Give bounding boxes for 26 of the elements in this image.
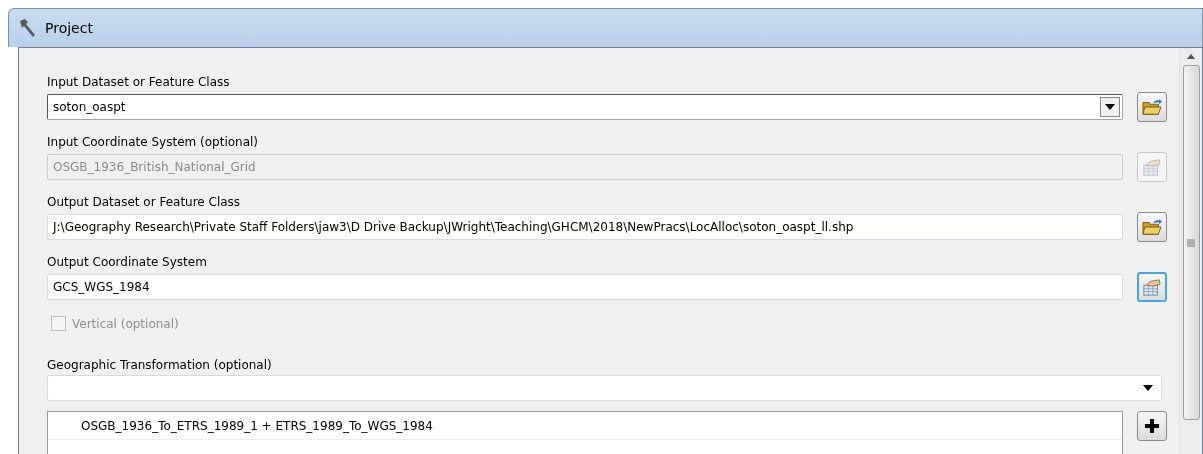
open-folder-button[interactable] xyxy=(1137,92,1167,122)
scrollbar[interactable] xyxy=(1179,48,1202,454)
scroll-up-icon[interactable] xyxy=(1187,54,1195,59)
open-folder-button[interactable] xyxy=(1137,212,1167,242)
folder-icon xyxy=(1142,98,1162,116)
field-label: Input Coordinate System (optional) xyxy=(47,134,260,151)
hammer-icon xyxy=(17,18,37,38)
window-title: Project xyxy=(45,20,93,36)
list-item[interactable]: OSGB_1936_To_ETRS_1989_1 + ETRS_1989_To_WGS_1984 xyxy=(48,412,1122,440)
folder-icon xyxy=(1142,218,1162,236)
hand-table-icon xyxy=(1142,278,1162,296)
scroll-thumb[interactable] xyxy=(1182,65,1200,420)
hand-table-icon xyxy=(1142,158,1162,176)
field-label: Output Coordinate System xyxy=(47,254,208,271)
input-field[interactable]: GCS_WGS_1984 xyxy=(47,274,1123,300)
add-button[interactable] xyxy=(1137,411,1167,441)
dropdown-field[interactable]: soton_oaspt xyxy=(47,94,1123,120)
checkbox-label: Vertical (optional) xyxy=(72,316,179,331)
field-label: Input Dataset or Feature Class xyxy=(47,74,231,91)
dropdown-field[interactable] xyxy=(47,375,1162,401)
plus-icon xyxy=(1144,418,1160,434)
field-label: Output Dataset or Feature Class xyxy=(47,194,242,211)
input-field[interactable]: J:\Geography Research\Private Staff Folders\jaw3\D Drive Backup\JWright\Teaching\GHCM\2018\NewPracs\LocAlloc\soton_oaspt_ll.shp xyxy=(47,214,1123,240)
coordinate-system-button[interactable] xyxy=(1137,272,1167,302)
field-label: Geographic Transformation (optional) xyxy=(47,357,273,374)
dropdown-arrow-icon[interactable] xyxy=(1143,385,1153,391)
